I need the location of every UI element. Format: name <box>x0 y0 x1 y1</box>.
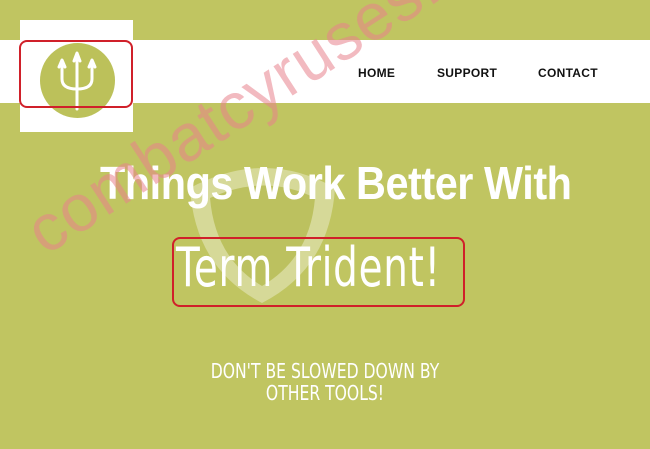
product-name-highlight-box <box>172 237 465 307</box>
hero-tagline: DON'T BE SLOWED DOWN BY OTHER TOOLS! <box>210 359 440 405</box>
nav-contact-link[interactable]: CONTACT <box>538 66 598 80</box>
logo-highlight-box <box>19 40 133 108</box>
nav-support-link[interactable]: SUPPORT <box>437 66 497 80</box>
nav-home-link[interactable]: HOME <box>358 66 395 80</box>
